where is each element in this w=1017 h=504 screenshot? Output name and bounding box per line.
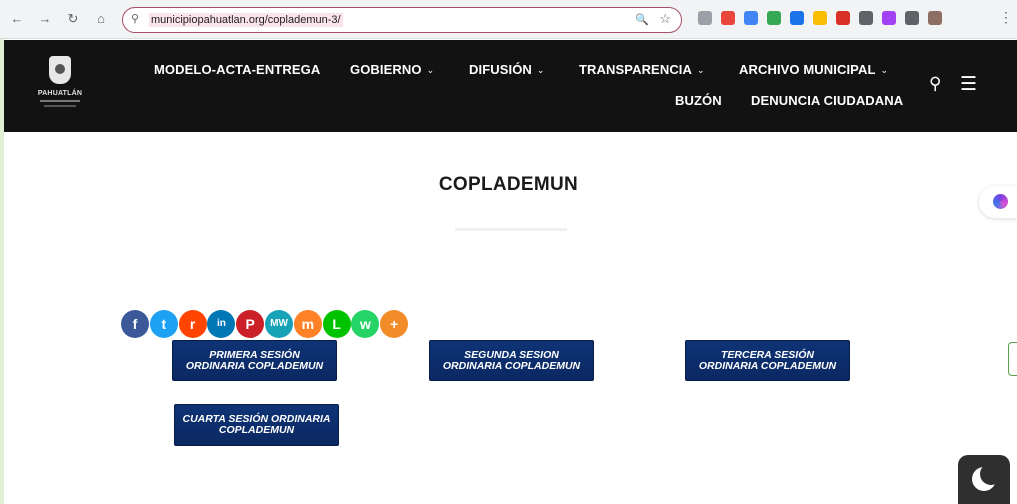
title-divider (455, 228, 567, 231)
cuarta-sesion-button[interactable]: CUARTA SESIÓN ORDINARIA COPLADEMUN (174, 404, 339, 446)
extension-icon[interactable] (905, 11, 919, 25)
primera-sesion-button[interactable]: PRIMERA SESIÓN ORDINARIA COPLADEMUN (172, 340, 337, 381)
logo-divider (44, 105, 76, 107)
browser-menu-icon[interactable]: ⋮ (999, 9, 1013, 26)
extension-icon[interactable] (790, 11, 804, 25)
accessibility-widget[interactable] (979, 186, 1017, 218)
mewe-icon[interactable]: MW (265, 310, 293, 338)
chevron-down-icon: ⌄ (426, 65, 435, 75)
browser-toolbar: ← → ↻ ⌂ ⚲ municipiopahuatlan.org/coplade… (0, 0, 1017, 39)
chevron-down-icon: ⌄ (536, 65, 545, 75)
home-icon[interactable]: ⌂ (92, 10, 110, 28)
button-label: TERCERA SESIÓN ORDINARIA COPLADEMUN (698, 348, 837, 372)
address-bar[interactable]: ⚲ municipiopahuatlan.org/coplademun-3/ 🔍… (122, 7, 682, 33)
side-feedback-tab[interactable] (1008, 342, 1017, 376)
more-icon[interactable]: + (380, 310, 409, 338)
nav-gobierno[interactable]: GOBIERNO ⌄ (350, 62, 434, 77)
site-logo[interactable]: PAHUATLÁN (32, 56, 88, 116)
button-label: PRIMERA SESIÓN ORDINARIA COPLADEMUN (185, 348, 324, 372)
logo-divider (40, 100, 80, 102)
zoom-icon[interactable]: 🔍 (635, 13, 649, 26)
nav-label: DIFUSIÓN (469, 62, 532, 77)
url-text[interactable]: municipiopahuatlan.org/coplademun-3/ (149, 13, 343, 27)
extension-icon[interactable] (836, 11, 850, 25)
facebook-icon[interactable]: f (121, 310, 149, 338)
button-label: CUARTA SESIÓN ORDINARIA COPLADEMUN (182, 413, 331, 436)
mix-icon[interactable]: m (293, 310, 322, 338)
button-label: SEGUNDA SESION ORDINARIA COPLADEMUN (442, 348, 581, 372)
extension-icon[interactable] (928, 11, 942, 25)
bookmark-star-icon[interactable]: ☆ (659, 11, 671, 27)
widget-icon (993, 194, 1008, 209)
chevron-down-icon: ⌄ (880, 65, 889, 75)
extension-icon[interactable] (744, 11, 758, 25)
forward-icon[interactable]: → (36, 10, 54, 28)
extension-icon[interactable] (859, 11, 873, 25)
nav-denuncia-ciudadana[interactable]: DENUNCIA CIUDADANA (751, 93, 903, 108)
moon-icon (972, 463, 1002, 491)
crest-icon (49, 56, 71, 84)
extension-icon[interactable] (721, 11, 735, 25)
nav-transparencia[interactable]: TRANSPARENCIA ⌄ (579, 62, 705, 77)
dark-mode-toggle[interactable] (958, 455, 1010, 504)
back-icon[interactable]: ← (8, 10, 26, 28)
reload-icon[interactable]: ↻ (64, 10, 82, 28)
line-icon[interactable]: L (322, 310, 351, 338)
nav-difusion[interactable]: DIFUSIÓN ⌄ (469, 62, 545, 77)
extension-icon[interactable] (813, 11, 827, 25)
extension-icon[interactable] (882, 11, 896, 25)
page-title: COPLADEMUN (438, 174, 579, 195)
extension-icon[interactable] (698, 11, 712, 25)
hamburger-menu-icon[interactable]: ☰ (960, 73, 977, 96)
nav-label: GOBIERNO (350, 62, 422, 77)
nav-modelo-acta-entrega[interactable]: MODELO-ACTA-ENTREGA (154, 62, 320, 77)
nav-label: MODELO-ACTA-ENTREGA (154, 62, 321, 77)
nav-label: ARCHIVO MUNICIPAL (739, 62, 876, 77)
segunda-sesion-button[interactable]: SEGUNDA SESION ORDINARIA COPLADEMUN (429, 340, 594, 381)
logo-text: PAHUATLÁN (37, 90, 83, 97)
search-icon[interactable]: ⚲ (929, 74, 941, 94)
tercera-sesion-button[interactable]: TERCERA SESIÓN ORDINARIA COPLADEMUN (685, 340, 850, 381)
site-header: PAHUATLÁN MODELO-ACTA-ENTREGA GOBIERNO ⌄ … (4, 40, 1017, 132)
linkedin-icon[interactable]: in (207, 310, 236, 338)
pinterest-icon[interactable]: P (236, 310, 265, 338)
site-info-icon[interactable]: ⚲ (131, 12, 139, 25)
nav-label: TRANSPARENCIA (579, 62, 693, 77)
nav-archivo-municipal[interactable]: ARCHIVO MUNICIPAL ⌄ (739, 62, 888, 77)
extension-icon[interactable] (767, 11, 781, 25)
twitter-icon[interactable]: t (149, 310, 178, 338)
whatsapp-icon[interactable]: w (351, 310, 380, 338)
reddit-icon[interactable]: r (178, 310, 207, 338)
chevron-down-icon: ⌄ (697, 65, 705, 75)
nav-label: BUZÓN (675, 93, 722, 108)
nav-label: DENUNCIA CIUDADANA (751, 93, 904, 108)
nav-buzon[interactable]: BUZÓN (675, 93, 722, 108)
